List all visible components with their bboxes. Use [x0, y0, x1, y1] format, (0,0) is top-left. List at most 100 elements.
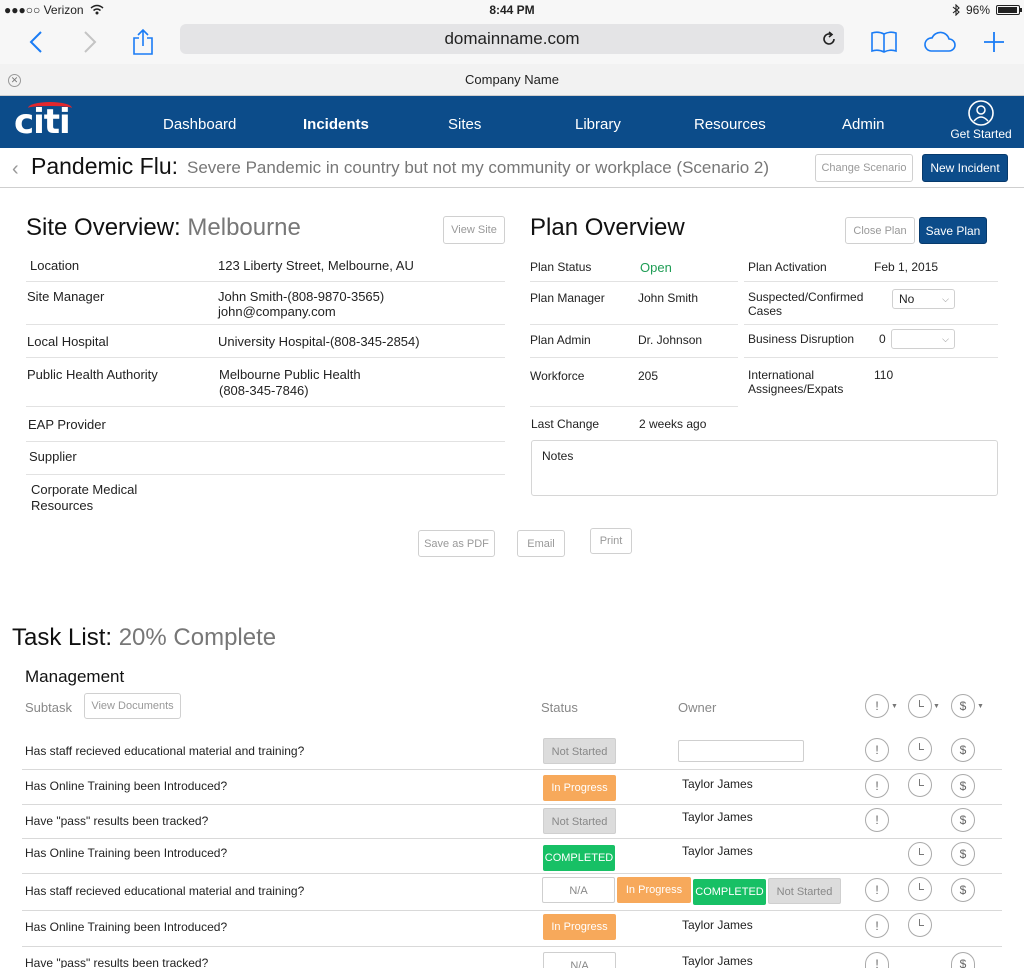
cost-icon[interactable]: $: [951, 842, 975, 866]
priority-icon[interactable]: !: [865, 952, 889, 968]
task-row-text: Has staff recieved educational material …: [25, 744, 305, 758]
add-tab-icon: [984, 32, 1004, 52]
user-icon: [968, 100, 994, 126]
task-progress: 20% Complete: [118, 624, 277, 651]
status-na[interactable]: N/A: [543, 952, 616, 968]
tab-title[interactable]: Company Name: [0, 72, 1024, 87]
plan-status-label: Plan Status: [530, 260, 592, 274]
priority-icon[interactable]: !: [865, 774, 889, 798]
back-button[interactable]: [18, 24, 54, 60]
forward-icon: [84, 31, 97, 53]
owner-name: Taylor James: [682, 844, 753, 858]
status-option-completed[interactable]: COMPLETED: [693, 879, 766, 905]
bookmarks-button[interactable]: [866, 24, 902, 60]
notes-field[interactable]: Notes: [531, 440, 998, 496]
business-disruption-select[interactable]: ⌵: [891, 329, 955, 349]
share-button[interactable]: [125, 24, 161, 60]
plan-overview-title: Plan Overview: [530, 214, 685, 241]
priority-icon[interactable]: !: [865, 914, 889, 938]
cost-icon[interactable]: $: [951, 952, 975, 968]
print-button[interactable]: Print: [590, 528, 632, 554]
page-title: Pandemic Flu:: [31, 153, 179, 179]
battery-icon: [996, 5, 1022, 15]
location-value: 123 Liberty Street, Melbourne, AU: [218, 258, 414, 273]
cost-icon[interactable]: $: [951, 738, 975, 762]
suspected-cases-select[interactable]: No ⌵: [892, 289, 955, 309]
status-option-not-started[interactable]: Not Started: [768, 878, 841, 904]
chevron-down-icon: ⌵: [942, 334, 949, 344]
owner-input[interactable]: [678, 740, 804, 762]
caret-down-icon[interactable]: ▼: [977, 703, 984, 710]
new-tab-button[interactable]: [976, 24, 1012, 60]
caret-down-icon[interactable]: ▼: [891, 703, 898, 710]
notes-label: Notes: [542, 449, 574, 463]
plan-activation-value: Feb 1, 2015: [874, 260, 939, 274]
status-na[interactable]: N/A: [542, 877, 615, 903]
nav-incidents[interactable]: Incidents: [303, 116, 369, 133]
view-site-button[interactable]: View Site: [443, 216, 505, 244]
priority-icon[interactable]: !: [865, 878, 889, 902]
status-in-progress[interactable]: In Progress: [543, 914, 616, 940]
status-not-started[interactable]: Not Started: [543, 738, 616, 764]
priority-icon[interactable]: !: [865, 808, 889, 832]
clock-icon[interactable]: [908, 877, 932, 901]
suspected-cases-value: No: [899, 292, 915, 306]
international-value: 110: [874, 368, 894, 382]
priority-icon[interactable]: !: [865, 738, 889, 762]
site-manager-value: John Smith-(808-9870-3565): [218, 289, 385, 304]
location-label: Location: [30, 258, 80, 273]
status-bar: ●●●○○ Verizon 8:44 PM 96%: [0, 0, 1024, 20]
task-row-text: Have "pass" results been tracked?: [25, 814, 209, 828]
clock-icon[interactable]: [908, 737, 932, 761]
cost-filter-icon[interactable]: $: [951, 694, 975, 718]
caret-down-icon[interactable]: ▼: [933, 703, 940, 710]
cloud-icon: [924, 31, 956, 52]
business-disruption-label: Business Disruption: [748, 332, 855, 346]
cost-icon[interactable]: $: [951, 878, 975, 902]
forward-button[interactable]: [72, 24, 108, 60]
citi-logo[interactable]: citi: [14, 102, 71, 142]
cost-icon[interactable]: $: [951, 808, 975, 832]
international-label-2: Assignees/Expats: [748, 382, 844, 396]
cost-icon[interactable]: $: [951, 774, 975, 798]
new-incident-button[interactable]: New Incident: [922, 154, 1008, 182]
get-started-button[interactable]: Get Started: [945, 100, 1017, 141]
nav-resources[interactable]: Resources: [694, 116, 766, 133]
status-option-in-progress[interactable]: In Progress: [617, 877, 691, 903]
plan-admin-value: Dr. Johnson: [638, 333, 703, 347]
nav-library[interactable]: Library: [575, 116, 621, 133]
owner-header: Owner: [678, 700, 717, 715]
bluetooth-icon: [952, 4, 960, 16]
view-documents-button[interactable]: View Documents: [84, 693, 181, 719]
nav-admin[interactable]: Admin: [842, 116, 885, 133]
address-bar[interactable]: domainname.com: [180, 24, 844, 54]
status-in-progress[interactable]: In Progress: [543, 775, 616, 801]
clock-icon[interactable]: [908, 842, 932, 866]
clock-icon[interactable]: [908, 913, 932, 937]
page-header: ‹ Pandemic Flu: Severe Pandemic in count…: [0, 148, 1024, 188]
task-row-text: Has Online Training been Introduced?: [25, 846, 228, 860]
nav-sites[interactable]: Sites: [448, 116, 481, 133]
reload-icon[interactable]: [820, 30, 838, 48]
status-not-started[interactable]: Not Started: [543, 808, 616, 834]
save-pdf-button[interactable]: Save as PDF: [418, 530, 495, 557]
nav-dashboard[interactable]: Dashboard: [163, 116, 236, 133]
get-started-label: Get Started: [950, 127, 1012, 141]
status-completed[interactable]: COMPLETED: [543, 845, 615, 871]
last-change-label: Last Change: [531, 417, 600, 431]
clock-filter-icon[interactable]: [908, 694, 932, 718]
site-manager-email[interactable]: john@company.com: [218, 304, 336, 319]
clock-icon[interactable]: [908, 773, 932, 797]
change-scenario-button[interactable]: Change Scenario: [815, 154, 913, 182]
email-button[interactable]: Email: [517, 530, 565, 557]
back-chevron-icon[interactable]: ‹: [12, 158, 19, 181]
owner-name: Taylor James: [682, 918, 753, 932]
icloud-tabs-button[interactable]: [922, 24, 958, 60]
close-plan-button[interactable]: Close Plan: [845, 217, 915, 244]
subtask-header: Subtask: [25, 700, 72, 715]
priority-filter-icon[interactable]: !: [865, 694, 889, 718]
share-icon: [133, 28, 153, 55]
chevron-down-icon: ⌵: [942, 294, 949, 304]
supplier-label: Supplier: [29, 449, 77, 464]
save-plan-button[interactable]: Save Plan: [919, 217, 987, 244]
